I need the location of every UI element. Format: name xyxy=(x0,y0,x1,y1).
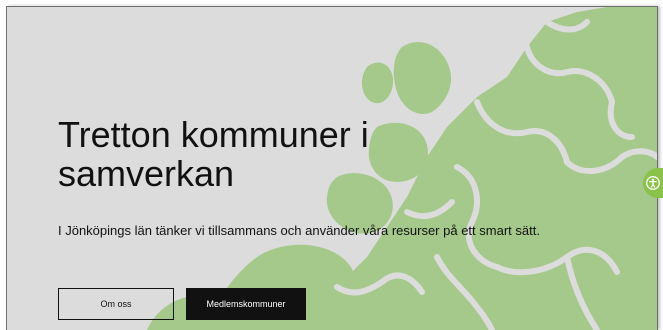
hero-section: Tretton kommuner i samverkan I Jönköping… xyxy=(6,6,658,330)
accessibility-icon xyxy=(646,176,660,190)
member-municipalities-button[interactable]: Medlemskommuner xyxy=(186,288,306,320)
about-us-button[interactable]: Om oss xyxy=(58,288,174,320)
hero-lead-text: I Jönköpings län tänker vi tillsammans o… xyxy=(58,223,540,238)
hero-title: Tretton kommuner i samverkan xyxy=(58,114,369,194)
